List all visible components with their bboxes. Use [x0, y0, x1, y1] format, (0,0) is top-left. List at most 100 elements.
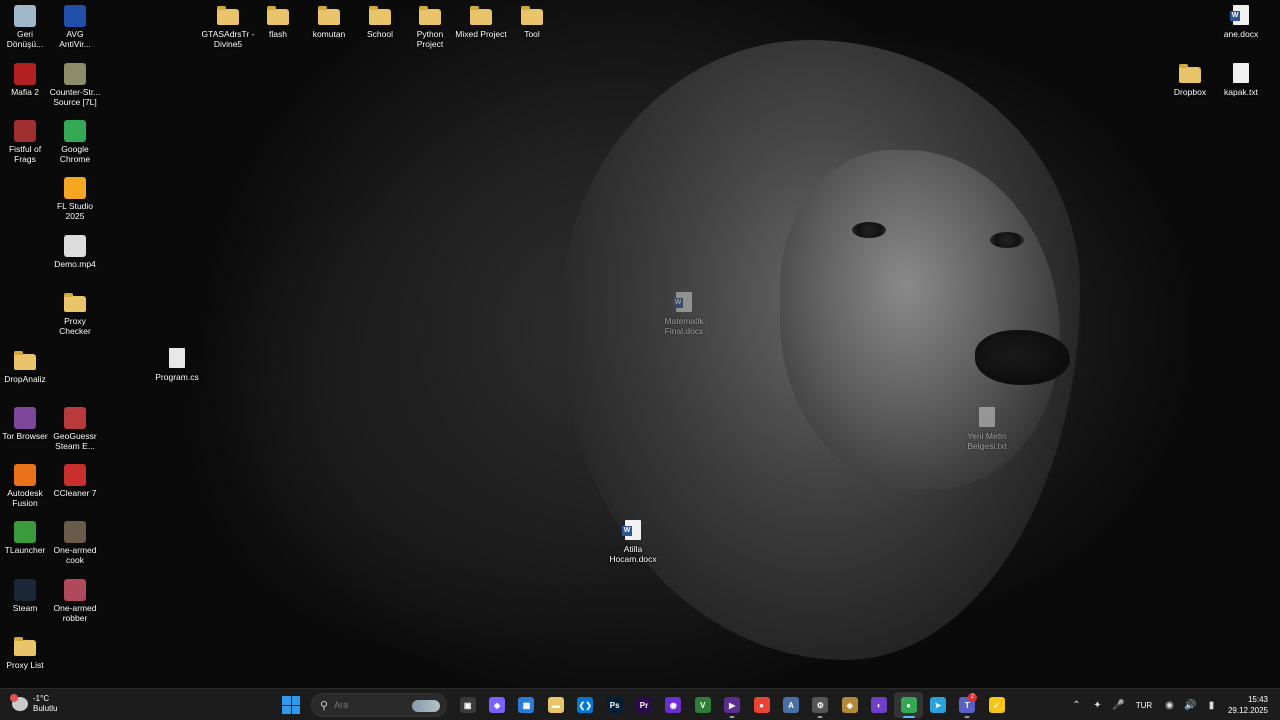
counter-strike-icon	[64, 63, 86, 85]
start-button[interactable]	[282, 696, 300, 714]
volume-icon[interactable]: 🔊	[1180, 689, 1201, 720]
folder-icon	[1179, 64, 1201, 83]
desktop-icon[interactable]: One-armed robber	[39, 579, 111, 623]
microphone-icon[interactable]: 🎤	[1108, 689, 1129, 720]
desktop-icon-label: Google Chrome	[59, 144, 91, 164]
windows-logo-tile	[291, 696, 300, 705]
desktop-icon[interactable]: AVG AntiVir...	[39, 5, 111, 49]
vscode-icon: ❮❯	[577, 697, 594, 713]
taskbar-app-visual-studio[interactable]: ▶	[718, 692, 747, 718]
desktop-icon-label: Dropbox	[1173, 87, 1207, 97]
premiere-icon: Pr	[636, 697, 653, 713]
weather-widget[interactable]: -1°C Bulutlu	[10, 694, 57, 714]
desktop-icon-label: kapak.txt	[1223, 87, 1259, 97]
desktop-icon-label: Atilla Hocam.docx	[609, 544, 657, 564]
clock[interactable]: 15:43 29.12.2025	[1222, 694, 1272, 716]
desktop-icon[interactable]: Counter-Str... Source [7L]	[39, 63, 111, 107]
file-explorer-icon: ▬	[547, 697, 564, 713]
desktop-icon[interactable]: CCleaner 7	[39, 464, 111, 498]
taskbar-app-copilot[interactable]: ◆	[482, 692, 511, 718]
desktop-wallpaper	[0, 0, 1280, 688]
desktop-icon-kapak-txt[interactable]: kapak.txt	[1205, 63, 1277, 97]
one-armed-robber-icon	[64, 579, 86, 601]
desktop-icon[interactable]: FL Studio 2025	[39, 177, 111, 221]
desktop-icon-program-cs[interactable]: Program.cs	[141, 348, 213, 382]
taskbar-app-obs[interactable]: ◉	[659, 692, 688, 718]
norton-icon: ✓	[988, 697, 1005, 713]
taskbar-app-visual-studio-installer[interactable]: V	[688, 692, 717, 718]
desktop-icon-ane-docx[interactable]: ane.docx	[1205, 5, 1277, 39]
desktop-icon[interactable]: Proxy Checker	[39, 292, 111, 336]
desktop-icon[interactable]: One-armed cook	[39, 521, 111, 565]
desktop-icon[interactable]: GeoGuessr Steam E...	[39, 407, 111, 451]
desktop-folder[interactable]: Tool	[496, 5, 568, 39]
fistful-of-frags-icon	[14, 120, 36, 142]
recycle-bin-icon	[14, 5, 36, 27]
battery-icon[interactable]: ▮	[1201, 689, 1222, 720]
lion-eye-left	[852, 222, 886, 238]
avg-antivirus-icon	[64, 5, 86, 27]
taskbar-app-task-view[interactable]: ▣	[453, 692, 482, 718]
language-indicator[interactable]: TUR	[1129, 689, 1159, 720]
desktop-icon-label: GeoGuessr Steam E...	[53, 431, 97, 451]
taskbar-app-norton[interactable]: ✓	[982, 692, 1011, 718]
taskbar-app-microsoft-store[interactable]: ▦	[512, 692, 541, 718]
desktop-icon[interactable]: Demo.mp4	[39, 235, 111, 269]
taskbar-app-photoshop[interactable]: Ps	[600, 692, 629, 718]
folder-icon	[470, 6, 492, 25]
github-desktop-icon: ◐	[871, 697, 888, 713]
word-document-icon	[1230, 5, 1249, 25]
taskbar-app-chrome-active[interactable]: ●	[893, 692, 924, 718]
ccleaner-icon	[64, 464, 86, 486]
desktop-icon-label: Proxy List	[6, 660, 44, 670]
desktop-icon[interactable]: Google Chrome	[39, 120, 111, 164]
wifi-icon[interactable]: ◉	[1159, 689, 1180, 720]
obs-icon: ◉	[665, 697, 682, 713]
folder-icon	[14, 637, 36, 656]
taskbar-app-github-desktop[interactable]: ◐	[864, 692, 893, 718]
taskbar-app-chrome[interactable]: ●	[747, 692, 776, 718]
desktop-icon-matematik-final[interactable]: Matematik Final.docx	[648, 292, 720, 336]
desktop-icon-label: CCleaner 7	[53, 488, 97, 498]
telegram-icon: ➤	[929, 697, 946, 713]
desktop-icon-label: Autodesk Fusion	[7, 488, 43, 508]
desktop-icon-atilla-hocam[interactable]: Atilla Hocam.docx	[597, 520, 669, 564]
desktop-icon-label: Mafia 2	[11, 87, 39, 97]
word-document-icon	[622, 520, 641, 540]
desktop-icon[interactable]: Proxy List	[0, 636, 61, 670]
app-badged-icon: ⚙	[812, 697, 829, 713]
cloud-icon	[10, 694, 28, 711]
taskbar-app-vscode[interactable]: ❮❯	[571, 692, 600, 718]
tor-browser-icon	[14, 407, 36, 429]
taskbar-app-app-badged[interactable]: ⚙	[806, 692, 835, 718]
desktop-icon-label: ane.docx	[1223, 29, 1259, 39]
taskbar-app-teams[interactable]: T2	[953, 692, 982, 718]
network-app-tray-icon[interactable]: ✦	[1087, 689, 1108, 720]
taskbar-app-premiere[interactable]: Pr	[629, 692, 658, 718]
text-file-icon	[1233, 63, 1249, 83]
desktop-icon[interactable]: DropAnaliz	[0, 350, 61, 384]
mafia-2-icon	[14, 63, 36, 85]
autodesk-fusion-icon	[14, 464, 36, 486]
folder-icon	[521, 6, 543, 25]
search-highlight-icon	[412, 700, 440, 712]
taskbar: -1°C Bulutlu ⚲ ▣ ◆ ▦ ▬ ❮❯ Ps Pr ◉ V ▶ ● A ⚙ ◈ ◐ ● ➤ T2 ✓ ⌃…	[0, 688, 1280, 720]
taskbar-search[interactable]: ⚲	[311, 693, 447, 717]
taskbar-app-file-explorer[interactable]: ▬	[541, 692, 570, 718]
text-file-icon	[979, 407, 995, 427]
search-input[interactable]	[334, 700, 425, 710]
microsoft-store-icon: ▦	[518, 697, 535, 713]
windows-logo-tile	[282, 705, 291, 714]
tlauncher-icon	[14, 521, 36, 543]
lion-eye-right	[990, 232, 1024, 248]
desktop-icon-label: Fistful of Frags	[8, 144, 42, 164]
windows-logo-tile	[282, 696, 291, 705]
chevron-up-icon[interactable]: ⌃	[1066, 689, 1087, 720]
desktop-icon-yeni-metin[interactable]: Yeni Metin Belgesi.txt	[951, 407, 1023, 451]
desktop-icon-label: AVG AntiVir...	[59, 29, 91, 49]
windows-logo-tile	[291, 705, 300, 714]
taskbar-app-app-store-like[interactable]: A	[776, 692, 805, 718]
desktop-icon-label: Matematik Final.docx	[664, 316, 704, 336]
taskbar-app-app-shield[interactable]: ◈	[835, 692, 864, 718]
taskbar-app-telegram[interactable]: ➤	[923, 692, 952, 718]
